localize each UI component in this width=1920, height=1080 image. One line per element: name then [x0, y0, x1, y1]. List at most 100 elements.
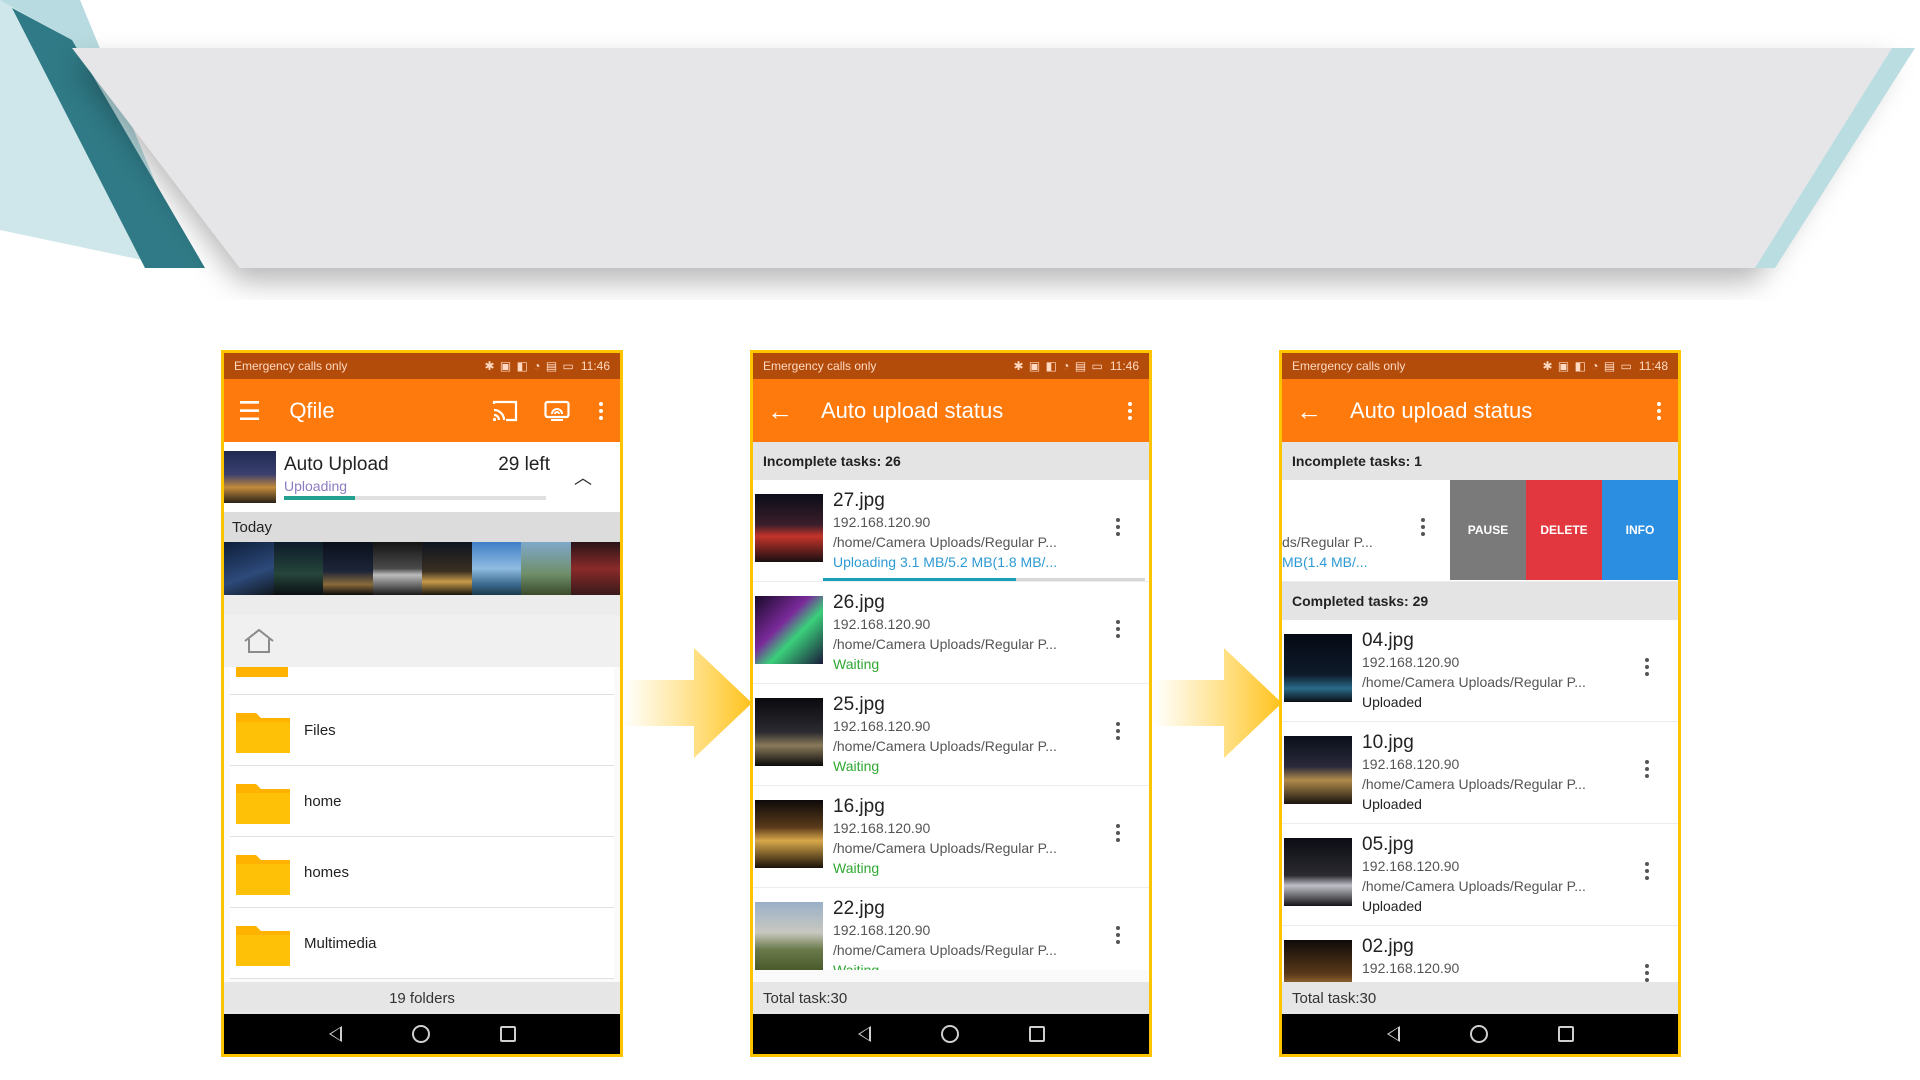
photo-thumbnail[interactable] — [372, 542, 422, 595]
task-row[interactable]: 05.jpg 192.168.120.90 /home/Camera Uploa… — [1282, 824, 1678, 926]
swipe-actions: PAUSE DELETE INFO — [1450, 480, 1678, 580]
task-filename: 05.jpg — [1362, 834, 1414, 855]
back-arrow-icon[interactable]: ← — [767, 398, 793, 424]
task-menu-icon[interactable] — [1113, 926, 1123, 944]
cast-icon[interactable] — [492, 400, 518, 422]
nav-recents-icon[interactable] — [1557, 1026, 1574, 1042]
nav-back-icon[interactable] — [857, 1026, 871, 1042]
task-list: 27.jpg 192.168.120.90 /home/Camera Uploa… — [753, 480, 1149, 970]
chevron-up-icon[interactable]: ︿ — [574, 464, 592, 490]
menu-icon[interactable]: ☰ — [238, 398, 261, 424]
task-row[interactable]: 04.jpg 192.168.120.90 /home/Camera Uploa… — [1282, 620, 1678, 722]
photo-thumbnail[interactable] — [570, 542, 620, 595]
task-list: 04.jpg 192.168.120.90 /home/Camera Uploa… — [1282, 620, 1678, 1010]
folder-item[interactable]: Multimedia — [230, 908, 614, 979]
task-ip: 192.168.120.90 — [1362, 960, 1460, 976]
task-path: /home/Camera Uploads/Regular P... — [833, 738, 1057, 754]
task-menu-icon[interactable] — [1113, 824, 1123, 842]
auto-upload-panel[interactable]: Auto Upload Uploading 29 left ︿ — [224, 442, 620, 512]
photo-thumbnail[interactable] — [224, 542, 274, 595]
task-ip: 192.168.120.90 — [1362, 654, 1460, 670]
pause-button[interactable]: PAUSE — [1450, 480, 1526, 580]
breadcrumb — [224, 615, 620, 667]
task-menu-icon[interactable] — [1113, 518, 1123, 536]
task-thumbnail — [755, 800, 823, 868]
task-row[interactable]: 22.jpg 192.168.120.90 /home/Camera Uploa… — [753, 888, 1149, 970]
task-menu-icon[interactable] — [1113, 620, 1123, 638]
folder-item[interactable]: Files — [230, 695, 614, 766]
task-row[interactable]: 16.jpg 192.168.120.90 /home/Camera Uploa… — [753, 786, 1149, 888]
info-button[interactable]: INFO — [1602, 480, 1678, 580]
task-row[interactable]: 25.jpg 192.168.120.90 /home/Camera Uploa… — [753, 684, 1149, 786]
folder-item[interactable]: homes — [230, 837, 614, 908]
task-ip: 192.168.120.90 — [833, 718, 931, 734]
nav-recents-icon[interactable] — [499, 1026, 516, 1042]
auto-upload-progress — [284, 496, 546, 500]
task-path: /home/Camera Uploads/Regular P... — [1362, 878, 1586, 894]
incomplete-tasks-header: Incomplete tasks: 26 — [753, 442, 1149, 480]
nav-home-icon[interactable] — [940, 1025, 959, 1043]
task-status: Uploading 3.1 MB/5.2 MB(1.8 MB/... — [833, 554, 1058, 570]
delete-button[interactable]: DELETE — [1526, 480, 1602, 580]
phone-qfile-screen: Emergency calls only ✱ ▣ ◧ ◔ ▤ ▭ 11:46 ☰… — [221, 350, 623, 1057]
task-menu-icon[interactable] — [1642, 964, 1652, 982]
nav-recents-icon[interactable] — [1028, 1026, 1045, 1042]
photo-thumbnail[interactable] — [273, 542, 323, 595]
phone-upload-status-screen: Emergency calls only ✱ ▣ ◧ ◔ ▤ ▭ 11:46 ←… — [750, 350, 1152, 1057]
task-filename: 16.jpg — [833, 796, 885, 817]
task-status: Waiting — [833, 758, 880, 774]
task-ip: 192.168.120.90 — [833, 820, 931, 836]
task-menu-icon[interactable] — [1642, 760, 1652, 778]
task-thumbnail — [755, 902, 823, 970]
task-ip: 192.168.120.90 — [833, 514, 931, 530]
photo-thumbnail[interactable] — [521, 542, 571, 595]
task-filename: 27.jpg — [833, 490, 885, 511]
completed-tasks-header: Completed tasks: 29 — [1282, 582, 1678, 620]
overflow-menu-icon[interactable] — [1654, 401, 1664, 420]
task-thumbnail — [1284, 736, 1352, 804]
task-thumbnail — [755, 698, 823, 766]
task-row[interactable]: 27.jpg 192.168.120.90 /home/Camera Uploa… — [753, 480, 1149, 582]
folder-icon — [236, 784, 290, 824]
list-item[interactable] — [230, 667, 614, 695]
nav-home-icon[interactable] — [411, 1025, 430, 1043]
overflow-menu-icon[interactable] — [596, 401, 606, 420]
task-status: Waiting — [833, 962, 880, 970]
today-header: Today — [224, 512, 620, 542]
task-path-partial: ds/Regular P... — [1282, 534, 1373, 550]
status-icons: ✱ ▣ ◧ ◔ ▤ ▭ — [1542, 359, 1633, 373]
auto-upload-thumbnail — [224, 451, 276, 503]
nav-home-icon[interactable] — [1469, 1025, 1488, 1043]
photo-thumbnail[interactable] — [471, 542, 521, 595]
carrier-text: Emergency calls only — [763, 359, 877, 373]
home-icon[interactable] — [242, 628, 276, 654]
task-row[interactable]: 26.jpg 192.168.120.90 /home/Camera Uploa… — [753, 582, 1149, 684]
task-ip: 192.168.120.90 — [833, 922, 931, 938]
photo-thumbnail[interactable] — [323, 542, 373, 595]
banner-gray-panel — [72, 48, 1892, 268]
task-menu-icon[interactable] — [1642, 862, 1652, 880]
task-path: /home/Camera Uploads/Regular P... — [833, 840, 1057, 856]
task-menu-icon[interactable] — [1418, 518, 1428, 536]
nav-back-icon[interactable] — [328, 1026, 342, 1042]
task-menu-icon[interactable] — [1642, 658, 1652, 676]
android-nav-bar — [224, 1014, 620, 1054]
task-filename: 02.jpg — [1362, 936, 1414, 957]
back-arrow-icon[interactable]: ← — [1296, 398, 1322, 424]
swiped-task-row[interactable]: ds/Regular P... MB(1.4 MB/... PAUSE DELE… — [1282, 480, 1678, 582]
task-menu-icon[interactable] — [1113, 722, 1123, 740]
folder-item[interactable]: home — [230, 766, 614, 837]
overflow-menu-icon[interactable] — [1125, 401, 1135, 420]
nav-back-icon[interactable] — [1386, 1026, 1400, 1042]
app-title: Qfile — [289, 397, 335, 423]
status-icons: ✱ ▣ ◧ ◔ ▤ ▭ — [1013, 359, 1104, 373]
task-row[interactable]: 10.jpg 192.168.120.90 /home/Camera Uploa… — [1282, 722, 1678, 824]
screen-cast-icon[interactable] — [544, 400, 570, 422]
folder-count: 19 folders — [224, 982, 620, 1014]
photo-strip[interactable] — [224, 542, 620, 595]
photo-thumbnail[interactable] — [422, 542, 472, 595]
status-bar: Emergency calls only ✱ ▣ ◧ ◔ ▤ ▭ 11:46 — [753, 353, 1149, 379]
task-status: Uploaded — [1362, 796, 1422, 812]
task-ip: 192.168.120.90 — [1362, 858, 1460, 874]
task-thumbnail — [755, 494, 823, 562]
